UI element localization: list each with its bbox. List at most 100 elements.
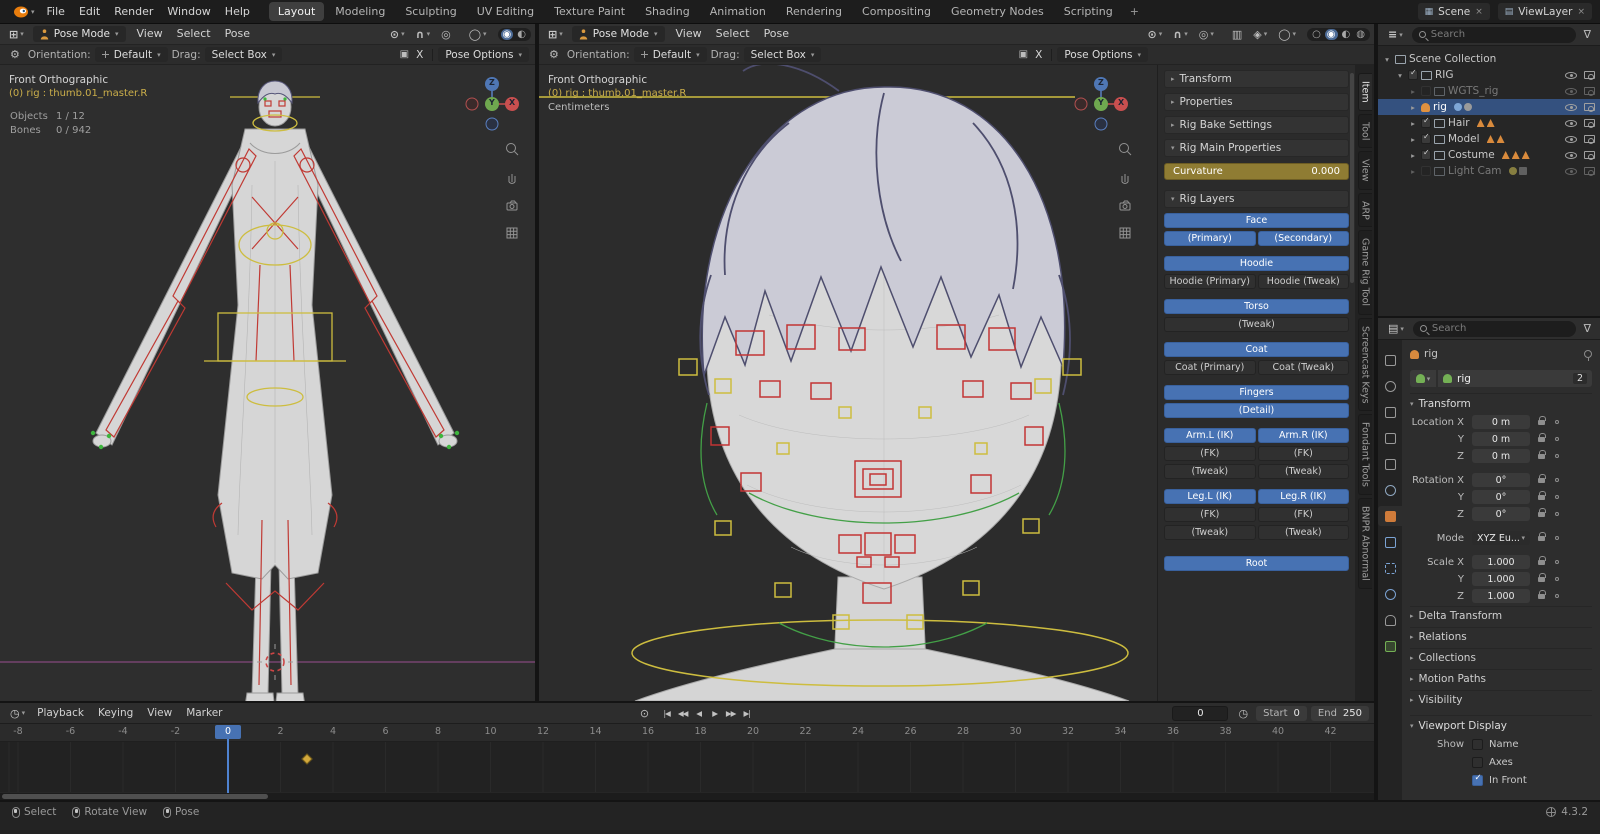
- orientation-select[interactable]: Default ▾: [633, 47, 707, 62]
- properties-tab[interactable]: [1378, 636, 1402, 656]
- workspace-tab[interactable]: Compositing: [853, 2, 940, 21]
- gizmos-dropdown-icon[interactable]: ◈ ▾: [1249, 28, 1271, 41]
- animate-decorator-icon[interactable]: [1555, 495, 1559, 499]
- menu-item[interactable]: Window: [160, 0, 217, 23]
- field-value[interactable]: 0°▾: [1472, 490, 1530, 504]
- disable-render-icon[interactable]: [1584, 103, 1595, 112]
- sidebar-scrollbar[interactable]: [1350, 73, 1354, 283]
- rig-layer-button[interactable]: Arm.L (IK): [1164, 428, 1256, 443]
- workspace-tab[interactable]: Texture Paint: [545, 2, 634, 21]
- expand-caret-icon[interactable]: ▸: [1408, 151, 1418, 160]
- field-value[interactable]: 1.000▾: [1472, 572, 1530, 586]
- viewport-menu-item[interactable]: Select: [170, 24, 218, 44]
- pose-options-dropdown[interactable]: Pose Options ▾: [438, 47, 529, 62]
- viewport-canvas[interactable]: Front Orthographic (0) rig : thumb.01_ma…: [539, 65, 1374, 701]
- rig-layer-button[interactable]: Hoodie (Primary): [1164, 274, 1256, 289]
- rig-layer-button[interactable]: (Primary): [1164, 231, 1256, 246]
- disable-render-icon[interactable]: [1584, 151, 1595, 160]
- outliner-item-label[interactable]: RIG: [1435, 69, 1454, 81]
- viewport-menu-item[interactable]: Select: [709, 24, 757, 44]
- disable-render-icon[interactable]: [1584, 119, 1595, 128]
- properties-tab[interactable]: [1378, 506, 1402, 526]
- scrollbar-thumb[interactable]: [2, 794, 268, 799]
- workspace-tab[interactable]: Rendering: [777, 2, 851, 21]
- editor-type-icon[interactable]: ≡ ▾: [1383, 28, 1408, 41]
- camera-view-icon[interactable]: [1117, 197, 1133, 216]
- jump-to-next-keyframe-button[interactable]: ▶▶: [723, 707, 738, 720]
- animate-decorator-icon[interactable]: [1555, 594, 1559, 598]
- rig-layer-button[interactable]: (Tweak): [1164, 525, 1256, 540]
- properties-tab[interactable]: [1378, 376, 1402, 396]
- navigation-gizmo[interactable]: Z X Y: [462, 74, 522, 134]
- workspace-tab[interactable]: Geometry Nodes: [942, 2, 1053, 21]
- panel-header[interactable]: ▸ Delta Transform: [1410, 606, 1592, 625]
- rig-layer-button[interactable]: Torso: [1164, 299, 1349, 314]
- zoom-tool-icon[interactable]: [504, 141, 520, 160]
- editor-type-icon[interactable]: ▤ ▾: [1383, 322, 1409, 335]
- search-input[interactable]: [1431, 323, 1569, 334]
- animate-decorator-icon[interactable]: [1555, 478, 1559, 482]
- shading-wireframe-icon[interactable]: ○: [1310, 29, 1323, 40]
- overlays-dropdown-icon[interactable]: ◯ ▾: [465, 28, 491, 41]
- play-reverse-button[interactable]: ◀: [691, 707, 706, 720]
- workspace-tab[interactable]: Modeling: [326, 2, 394, 21]
- rig-layer-button[interactable]: (FK): [1164, 446, 1256, 461]
- outliner-search[interactable]: [1411, 26, 1576, 43]
- timeline-menu-item[interactable]: Keying: [91, 703, 140, 723]
- field-value[interactable]: 0 m▾: [1472, 432, 1530, 446]
- collection-checkbox[interactable]: [1421, 166, 1431, 176]
- jump-to-end-button[interactable]: ▶|: [739, 707, 754, 720]
- properties-tab[interactable]: [1378, 558, 1402, 578]
- expand-caret-icon[interactable]: ▸: [1408, 87, 1418, 96]
- pan-hand-icon[interactable]: [1117, 169, 1133, 188]
- sidebar-tab[interactable]: BNPR Abnormal: [1357, 498, 1372, 589]
- lock-icon[interactable]: [1538, 473, 1546, 483]
- lock-icon[interactable]: [1538, 531, 1546, 541]
- search-input[interactable]: [1430, 29, 1569, 40]
- editor-type-icon[interactable]: ⊞ ▾: [543, 28, 568, 41]
- outliner-row[interactable]: ▸ Hair: [1378, 115, 1600, 131]
- timeline-menu-item[interactable]: Playback: [30, 703, 91, 723]
- grid-ortho-icon[interactable]: [504, 225, 520, 244]
- menu-item[interactable]: Edit: [72, 0, 107, 23]
- properties-tab[interactable]: [1378, 454, 1402, 474]
- animate-decorator-icon[interactable]: [1555, 454, 1559, 458]
- workspace-tab[interactable]: Shading: [636, 2, 699, 21]
- rig-layer-button[interactable]: Leg.L (IK): [1164, 489, 1256, 504]
- frame-end-field[interactable]: End 250: [1310, 705, 1370, 721]
- overlays-dropdown-icon[interactable]: ◯ ▾: [1274, 28, 1300, 41]
- disable-render-icon[interactable]: [1584, 135, 1595, 144]
- panel-header[interactable]: ▸ Collections: [1410, 648, 1592, 667]
- outliner-row[interactable]: ▸ rig: [1378, 99, 1600, 115]
- browse-object-button[interactable]: ▾: [1410, 370, 1436, 387]
- hide-eye-icon[interactable]: [1565, 135, 1577, 143]
- workspace-tab[interactable]: Sculpting: [396, 2, 465, 21]
- proportional-edit-icon[interactable]: ◎: [437, 28, 455, 41]
- rig-layer-button[interactable]: (Tweak): [1164, 317, 1349, 332]
- tool-settings-icon[interactable]: ⚙: [545, 48, 563, 61]
- workspace-tab[interactable]: Scripting: [1055, 2, 1122, 21]
- hide-eye-icon[interactable]: [1565, 151, 1577, 159]
- properties-tab[interactable]: [1378, 428, 1402, 448]
- lock-icon[interactable]: [1538, 432, 1546, 442]
- axis-y-ball[interactable]: Y: [1098, 98, 1104, 107]
- collection-checkbox[interactable]: [1421, 132, 1431, 144]
- editor-type-icon[interactable]: ◷ ▾: [5, 707, 30, 720]
- axis-x-ball[interactable]: X: [509, 98, 515, 107]
- outliner-item-label[interactable]: Model: [1448, 133, 1480, 145]
- axis-y-ball[interactable]: Y: [489, 98, 495, 107]
- panel-header[interactable]: ▸ Relations: [1410, 627, 1592, 646]
- mirror-axes-icon[interactable]: ▣: [397, 49, 412, 60]
- outliner-row[interactable]: ▾ RIG: [1378, 67, 1600, 83]
- disable-render-icon[interactable]: [1584, 71, 1595, 80]
- field-value[interactable]: 1.000▾: [1472, 589, 1530, 603]
- collection-checkbox[interactable]: [1421, 86, 1431, 96]
- checkbox[interactable]: [1472, 773, 1483, 786]
- blender-menu-button[interactable]: ▾: [8, 6, 40, 18]
- rig-layer-button[interactable]: (Secondary): [1257, 231, 1349, 246]
- expand-caret-icon[interactable]: ▾: [1382, 55, 1392, 64]
- lock-icon[interactable]: [1538, 572, 1546, 582]
- editor-type-icon[interactable]: ⊞ ▾: [4, 28, 29, 41]
- axis-z-ball[interactable]: Z: [1098, 78, 1104, 87]
- frame-start-field[interactable]: Start 0: [1256, 705, 1307, 721]
